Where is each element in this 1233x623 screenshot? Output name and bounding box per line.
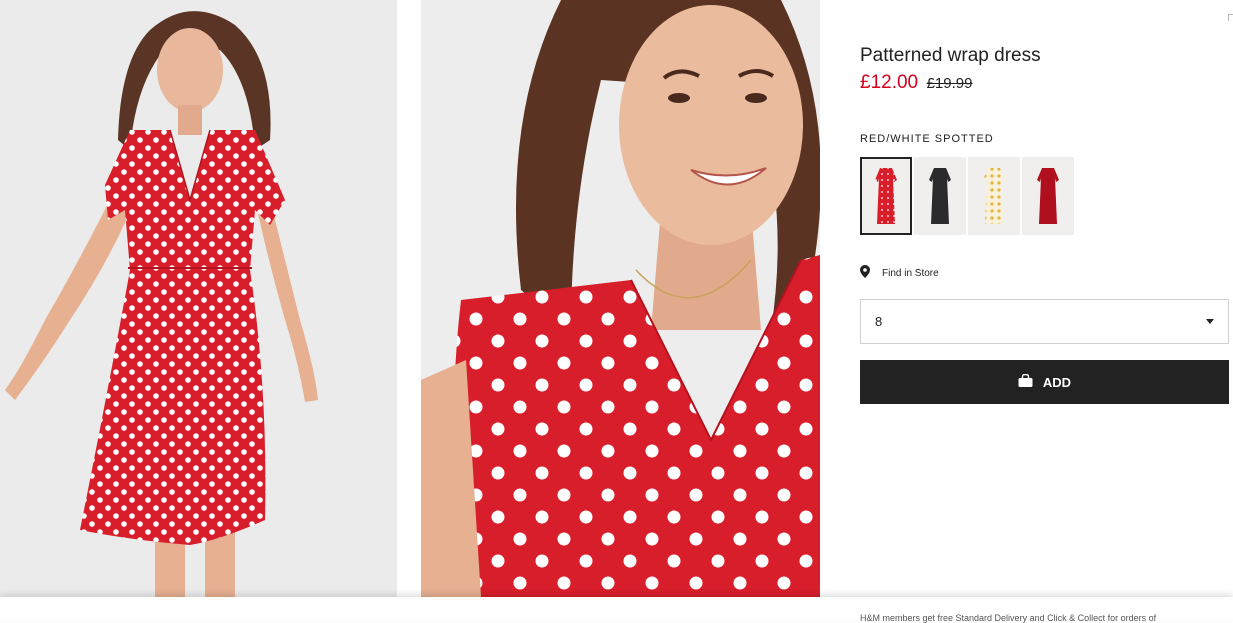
add-button-label: ADD	[1042, 374, 1072, 390]
product-image-full[interactable]	[0, 0, 397, 597]
location-pin-icon	[860, 265, 870, 281]
find-in-store-label: Find in Store	[882, 267, 939, 279]
color-swatches	[860, 157, 1074, 235]
swatch-red-white-spotted[interactable]	[860, 157, 912, 235]
swatch-black[interactable]	[914, 157, 966, 235]
close-icon[interactable]	[1228, 14, 1233, 21]
chevron-down-icon	[1206, 319, 1214, 324]
shopping-bag-icon	[1018, 373, 1033, 390]
add-to-bag-button[interactable]: ADD	[860, 360, 1229, 404]
swatch-white-yellow-floral[interactable]	[968, 157, 1020, 235]
price-group: £12.00 £19.99	[860, 72, 972, 94]
selected-color-name: RED/WHITE SPOTTED	[860, 133, 994, 145]
product-title: Patterned wrap dress	[860, 45, 1041, 66]
swatch-dark-red[interactable]	[1022, 157, 1074, 235]
size-select-value: 8	[875, 314, 883, 329]
original-price: £19.99	[926, 75, 973, 92]
size-select[interactable]: 8	[860, 299, 1229, 344]
footer-text: H&M members get free Standard Delivery a…	[860, 613, 1157, 623]
find-in-store-link[interactable]: Find in Store	[860, 265, 939, 281]
product-image-closeup[interactable]	[421, 0, 820, 597]
footer-banner: H&M members get free Standard Delivery a…	[0, 597, 1233, 623]
sale-price: £12.00	[860, 72, 919, 93]
